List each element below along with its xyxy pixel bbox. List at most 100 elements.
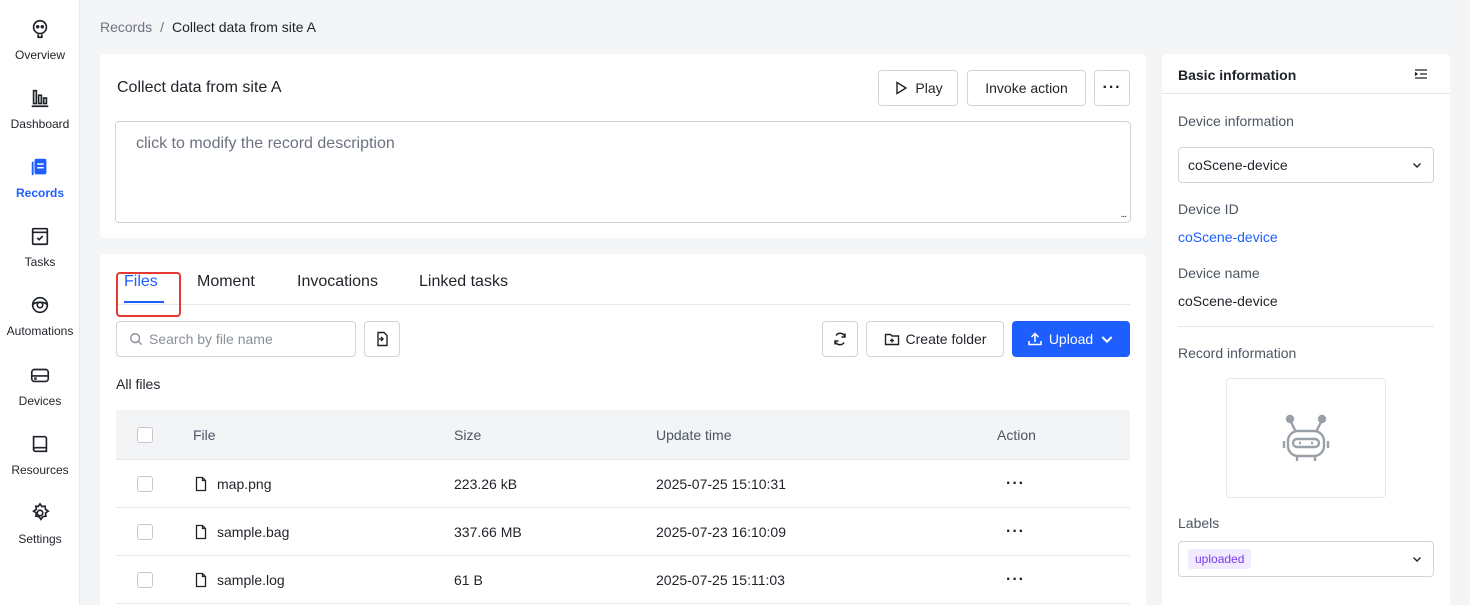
upload-button[interactable]: Upload: [1012, 321, 1130, 357]
nav-label: Records: [15, 186, 65, 200]
resize-handle-icon[interactable]: ...: [1121, 209, 1127, 220]
dashboard-icon: [31, 89, 49, 108]
sidebar: Overview Dashboard Records Tasks Automat…: [0, 0, 80, 605]
record-header-card: Collect data from site A Play Invoke act…: [100, 54, 1146, 238]
nav-dashboard[interactable]: Dashboard: [0, 83, 80, 143]
nav-resources[interactable]: Resources: [0, 429, 80, 489]
file-name-cell[interactable]: sample.bag: [193, 524, 289, 540]
table-header: File Size Update time Action: [116, 410, 1130, 460]
record-info-label: Record information: [1178, 345, 1297, 361]
labels-select[interactable]: uploaded: [1178, 541, 1434, 577]
file-updated: 2025-07-25 15:11:03: [656, 571, 785, 588]
play-icon: [896, 81, 908, 95]
nav-label: Tasks: [24, 255, 56, 269]
files-card: Files Moment Invocations Linked tasks Cr…: [100, 254, 1146, 605]
device-id-link[interactable]: coScene-device: [1178, 229, 1278, 245]
file-export-icon: [377, 331, 388, 347]
file-filter-button[interactable]: [364, 321, 400, 357]
nav-settings[interactable]: Settings: [0, 498, 80, 558]
file-icon: [195, 572, 207, 587]
file-name: sample.log: [217, 571, 285, 588]
record-description-field[interactable]: click to modify the record description .…: [115, 121, 1131, 223]
tab-files[interactable]: Files: [116, 272, 181, 317]
play-button[interactable]: Play: [878, 70, 958, 106]
play-label: Play: [915, 80, 943, 96]
row-checkbox[interactable]: [137, 475, 153, 492]
breadcrumb: Records / Collect data from site A: [100, 19, 316, 35]
file-icon: [195, 476, 207, 491]
chevron-down-icon: [1413, 163, 1421, 168]
breadcrumb-separator: /: [160, 19, 165, 35]
file-icon: [195, 524, 207, 539]
row-more-icon[interactable]: ···: [1006, 571, 1025, 589]
search-input[interactable]: [149, 331, 339, 347]
invoke-label: Invoke action: [985, 80, 1068, 96]
record-title: Collect data from site A: [117, 79, 282, 96]
tab-label: Moment: [197, 273, 255, 290]
resources-icon: [32, 435, 48, 453]
refresh-button[interactable]: [822, 321, 858, 357]
file-size: 337.66 MB: [454, 523, 522, 540]
nav-label: Dashboard: [10, 117, 70, 131]
table-row[interactable]: sample.bag 337.66 MB 2025-07-23 16:10:09…: [116, 508, 1130, 556]
nav-label: Automations: [6, 324, 74, 338]
tab-moment[interactable]: Moment: [197, 273, 255, 291]
device-info-label: Device information: [1178, 113, 1294, 129]
select-all-checkbox[interactable]: [137, 426, 153, 443]
invoke-action-button[interactable]: Invoke action: [967, 70, 1086, 106]
automations-icon: [31, 296, 49, 314]
record-thumbnail: [1226, 378, 1386, 498]
search-icon: [130, 333, 143, 346]
refresh-icon: [834, 332, 846, 346]
nav-devices[interactable]: Devices: [0, 360, 80, 420]
row-more-icon[interactable]: ···: [1006, 475, 1025, 493]
file-updated: 2025-07-23 16:10:09: [656, 523, 786, 540]
description-placeholder: click to modify the record description: [136, 135, 395, 152]
device-select[interactable]: coScene-device: [1178, 147, 1434, 183]
more-icon: ···: [1102, 79, 1122, 96]
nav-tasks[interactable]: Tasks: [0, 221, 80, 281]
create-folder-button[interactable]: Create folder: [866, 321, 1004, 357]
breadcrumb-root[interactable]: Records: [100, 19, 152, 35]
row-checkbox[interactable]: [137, 523, 153, 540]
column-action: Action: [997, 426, 1036, 443]
tab-label: Linked tasks: [419, 273, 508, 290]
nav-automations[interactable]: Automations: [0, 290, 80, 350]
device-select-value: coScene-device: [1188, 157, 1288, 173]
file-size: 223.26 kB: [454, 475, 518, 492]
basic-info-panel: Basic information Device information coS…: [1162, 54, 1450, 605]
file-search[interactable]: [116, 321, 356, 357]
row-checkbox[interactable]: [137, 571, 153, 588]
create-folder-label: Create folder: [905, 331, 987, 347]
chevron-down-icon: [1101, 336, 1113, 344]
panel-divider: [1178, 326, 1434, 327]
file-name-cell[interactable]: sample.log: [193, 572, 285, 588]
files-table: File Size Update time Action map.png 223…: [116, 410, 1130, 604]
file-name-cell[interactable]: map.png: [193, 476, 271, 492]
file-updated: 2025-07-25 15:10:31: [656, 475, 786, 492]
table-row[interactable]: map.png 223.26 kB 2025-07-25 15:10:31 ··…: [116, 460, 1130, 508]
upload-label: Upload: [1048, 331, 1094, 347]
row-more-icon[interactable]: ···: [1006, 523, 1025, 541]
nav-records[interactable]: Records: [0, 152, 80, 212]
nav-label: Settings: [18, 532, 62, 546]
tab-invocations[interactable]: Invocations: [297, 273, 378, 291]
tab-label: Invocations: [297, 273, 378, 290]
table-row[interactable]: sample.log 61 B 2025-07-25 15:11:03 ···: [116, 556, 1130, 604]
tab-highlight-box: [116, 272, 181, 317]
tab-linked-tasks[interactable]: Linked tasks: [419, 273, 508, 291]
active-tab-underline: [124, 301, 164, 303]
nav-label: Resources: [11, 463, 69, 477]
breadcrumb-current: Collect data from site A: [172, 19, 316, 35]
more-actions-button[interactable]: ···: [1094, 70, 1130, 106]
file-name: sample.bag: [217, 523, 290, 540]
nav-overview[interactable]: Overview: [0, 14, 80, 74]
device-id-label: Device ID: [1178, 201, 1239, 217]
devices-icon: [30, 368, 50, 383]
folder-add-icon: [884, 333, 899, 346]
nav-label: Overview: [14, 48, 65, 62]
panel-title: Basic information: [1178, 67, 1297, 83]
column-size: Size: [454, 426, 482, 443]
file-size: 61 B: [454, 571, 483, 588]
collapse-panel-icon[interactable]: [1414, 67, 1428, 81]
